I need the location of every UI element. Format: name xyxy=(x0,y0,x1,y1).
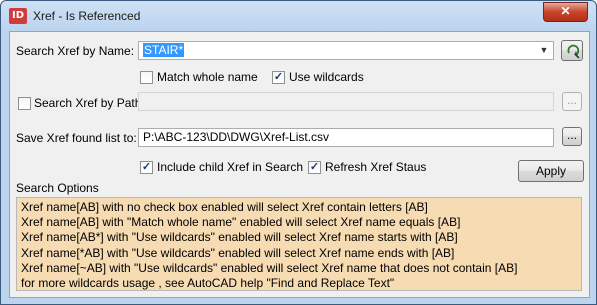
include-child-xref-checkbox[interactable]: ✓ xyxy=(140,161,153,174)
title-bar[interactable]: ID Xref - Is Referenced ✕ xyxy=(1,1,596,31)
search-option-line: Xref name[AB] with no check box enabled … xyxy=(21,200,428,214)
search-name-value: STAIR* xyxy=(143,43,185,57)
search-option-line: Xref name[AB] with "Match whole name" en… xyxy=(21,215,461,230)
search-option-line: Xref name[~AB] with "Use wildcards" enab… xyxy=(21,260,518,275)
chevron-down-icon[interactable]: ▼ xyxy=(537,42,551,59)
search-option-line: Xref name[*AB] with "Use wildcards" enab… xyxy=(21,245,455,260)
search-option-line: for more wildcards usage , see AutoCAD h… xyxy=(21,276,395,291)
save-list-path-input[interactable]: P:\ABC-123\DD\DWG\Xref-List.csv xyxy=(138,128,554,147)
apply-button[interactable]: Apply xyxy=(518,160,584,182)
window-title: Xref - Is Referenced xyxy=(33,9,141,23)
search-path-input[interactable] xyxy=(138,92,554,111)
use-wildcards-checkbox[interactable]: ✓ xyxy=(272,71,285,84)
refresh-xref-status-checkbox[interactable]: ✓ xyxy=(308,161,321,174)
match-whole-name-label: Match whole name xyxy=(157,70,258,84)
save-list-browse-button[interactable]: ... xyxy=(562,127,582,146)
xref-dialog-window: ID Xref - Is Referenced ✕ Search Xref by… xyxy=(0,0,597,305)
search-option-line: Xref name[AB*] with "Use wildcards" enab… xyxy=(21,230,458,245)
app-logo-icon: ID xyxy=(9,8,27,24)
search-options-panel: Xref name[AB] with no check box enabled … xyxy=(16,197,582,291)
search-options-heading: Search Options xyxy=(16,181,99,195)
use-wildcards-label: Use wildcards xyxy=(289,70,364,84)
search-name-combo[interactable]: STAIR* ▼ xyxy=(138,41,554,60)
refresh-search-icon xyxy=(567,44,580,59)
include-child-xref-label: Include child Xref in Search xyxy=(157,160,304,174)
search-path-browse-button[interactable]: ... xyxy=(562,92,582,111)
refresh-search-button[interactable] xyxy=(561,40,583,61)
dialog-body: Search Xref by Name: STAIR* ▼ Match whol… xyxy=(9,31,590,298)
search-name-label: Search Xref by Name: xyxy=(16,44,135,58)
close-button[interactable]: ✕ xyxy=(543,2,588,22)
match-whole-name-checkbox[interactable] xyxy=(140,71,153,84)
search-path-label: Search Xref by Path xyxy=(34,96,142,110)
save-list-label: Save Xref found list to: xyxy=(16,131,137,145)
search-path-checkbox[interactable] xyxy=(18,97,31,110)
refresh-xref-status-label: Refresh Xref Staus xyxy=(325,160,427,174)
